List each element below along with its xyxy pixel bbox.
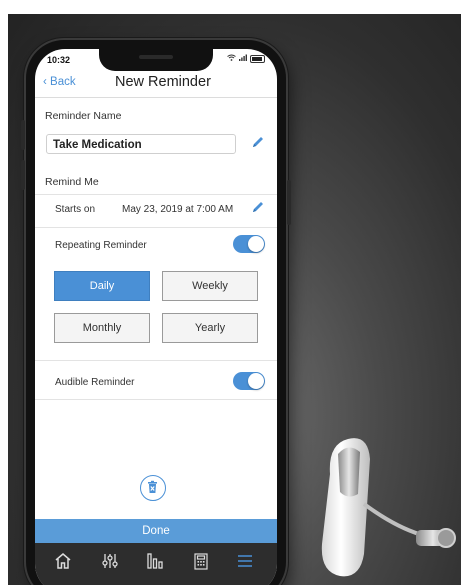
back-button[interactable]: ‹ Back xyxy=(43,76,76,88)
status-time: 10:32 xyxy=(47,55,71,65)
audible-reminder-toggle[interactable] xyxy=(233,372,265,390)
power-button xyxy=(287,180,291,225)
equalizer-icon[interactable] xyxy=(100,551,122,573)
divider xyxy=(35,399,277,400)
menu-icon[interactable] xyxy=(235,551,257,573)
divider xyxy=(35,227,277,228)
delete-reminder-button[interactable] xyxy=(140,475,166,501)
frequency-yearly-button[interactable]: Yearly xyxy=(162,313,258,343)
home-icon[interactable] xyxy=(53,551,75,573)
page-title: New Reminder xyxy=(115,74,211,90)
smartphone: 10:32 ‹ Back New Reminder Reminder Name … xyxy=(21,40,291,585)
volume-up-button xyxy=(21,120,25,150)
starts-on-label: Starts on xyxy=(55,204,96,215)
repeating-reminder-toggle[interactable] xyxy=(233,235,265,253)
remind-me-label: Remind Me xyxy=(45,176,99,188)
status-icons xyxy=(227,54,265,63)
audible-reminder-label: Audible Reminder xyxy=(55,377,135,388)
frequency-weekly-button[interactable]: Weekly xyxy=(162,271,258,301)
reminder-name-field[interactable]: Take Medication xyxy=(46,134,236,154)
hearing-aid-device xyxy=(308,434,461,585)
divider xyxy=(35,360,277,361)
edit-date-pencil-icon[interactable] xyxy=(251,200,265,217)
phone-screen: 10:32 ‹ Back New Reminder Reminder Name … xyxy=(35,49,277,585)
frequency-daily-button[interactable]: Daily xyxy=(54,271,150,301)
navigation-bar: ‹ Back New Reminder xyxy=(35,69,277,98)
wifi-icon xyxy=(227,54,236,63)
done-button[interactable]: Done xyxy=(35,519,277,543)
bar-chart-icon[interactable] xyxy=(145,551,167,573)
calculator-icon[interactable] xyxy=(191,551,213,573)
frequency-monthly-button[interactable]: Monthly xyxy=(54,313,150,343)
signal-icon xyxy=(239,54,247,63)
notch xyxy=(99,49,213,71)
repeating-reminder-label: Repeating Reminder xyxy=(55,240,147,251)
volume-down-button xyxy=(21,160,25,190)
tab-bar xyxy=(35,543,277,585)
starts-on-value: May 23, 2019 at 7:00 AM xyxy=(122,204,234,215)
photo-background: 10:32 ‹ Back New Reminder Reminder Name … xyxy=(8,14,461,585)
back-label: Back xyxy=(50,76,76,88)
edit-name-pencil-icon[interactable] xyxy=(251,135,265,152)
battery-icon xyxy=(250,54,265,63)
divider xyxy=(35,194,277,195)
reminder-name-label: Reminder Name xyxy=(45,110,122,122)
